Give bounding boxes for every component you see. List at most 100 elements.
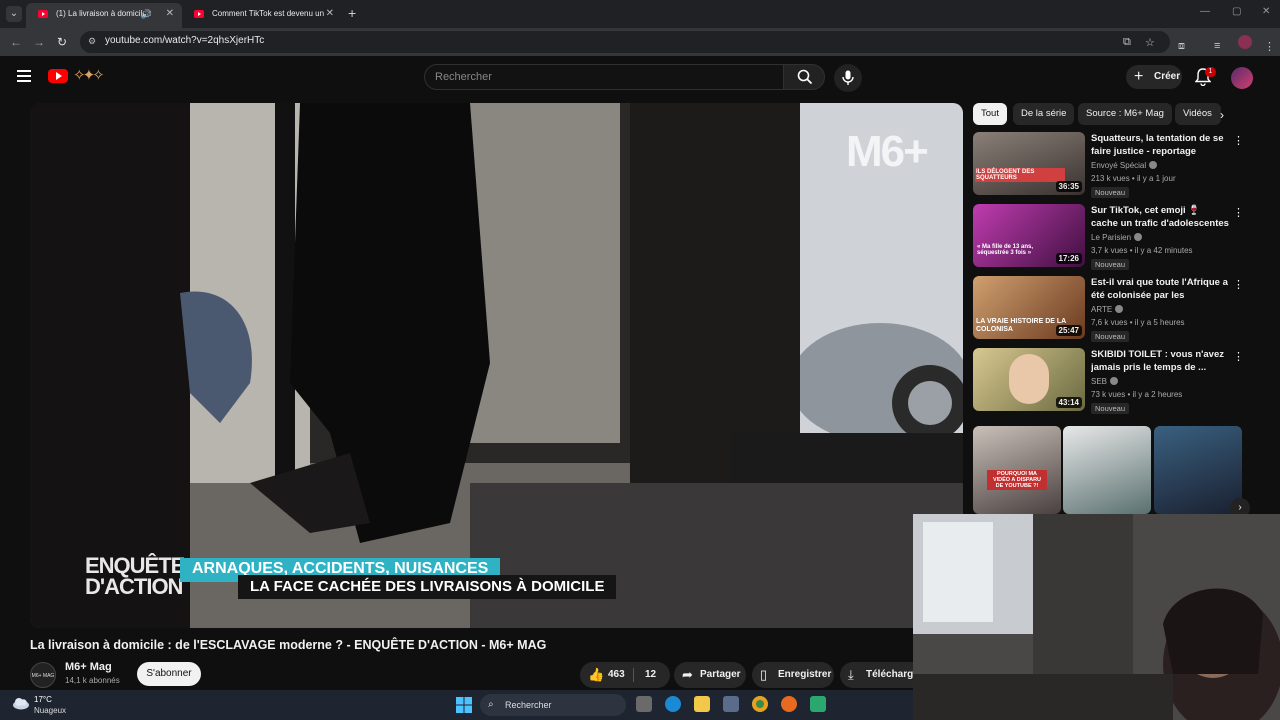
channel-avatar[interactable]: M6+ MAG [30, 662, 56, 688]
recommendation-item[interactable]: LA VRAIE HISTOIRE DE LA COLONISA 25:47 E… [973, 276, 1273, 342]
tab-title: (1) La livraison à domicile : [56, 9, 152, 18]
chrome-browser-icon[interactable] [752, 696, 768, 712]
microsoft-store-icon[interactable] [723, 696, 739, 712]
task-view-icon[interactable] [636, 696, 652, 712]
taskbar-search[interactable]: ⌕ Rechercher [480, 694, 626, 716]
plus-icon: + [1134, 68, 1144, 85]
video-title[interactable]: Sur TikTok, cet emoji 🍷 cache un trafic … [1091, 204, 1229, 230]
search-button[interactable] [783, 64, 825, 90]
short-thumbnail[interactable]: POURQUOI MA VIDÉO A DISPARU DE YOUTUBE ?… [973, 426, 1061, 514]
chip-series[interactable]: De la série [1013, 103, 1075, 125]
download-icon: ⤓ [848, 667, 854, 682]
youtube-favicon-icon [38, 10, 48, 18]
duration-badge: 17:26 [1055, 253, 1082, 264]
browser-menu-icon[interactable]: ⋮ [1264, 40, 1275, 53]
subscribe-button[interactable]: S'abonner [137, 662, 201, 686]
forward-icon[interactable]: → [33, 35, 45, 49]
close-window-icon[interactable]: ✕ [1262, 6, 1270, 17]
channel-name[interactable]: Le Parisien [1091, 233, 1143, 242]
address-bar: ← → ↻ ⚙ youtube.com/watch?v=2qhsXjerHTc … [0, 28, 1280, 56]
channel-name-text: ARTE [1091, 305, 1113, 314]
search-icon: ⌕ [488, 699, 494, 710]
chip-all[interactable]: Tout [973, 103, 1007, 125]
omnibox[interactable]: ⚙ youtube.com/watch?v=2qhsXjerHTc ⧉ ☆ [80, 31, 1170, 53]
dislike-count[interactable]: 12 [645, 662, 656, 688]
browser-tab[interactable]: Comment TikTok est devenu un ✕ [182, 3, 342, 28]
bookmark-star-icon[interactable]: ☆ [1145, 36, 1155, 49]
video-thumbnail[interactable]: ILS DÉLOGENT DES SQUATTEURS 36:35 [973, 132, 1085, 195]
verified-icon [1149, 161, 1158, 169]
menu-icon[interactable] [17, 70, 31, 82]
save-label: Enregistrer [778, 669, 832, 680]
video-meta: 73 k vues • il y a 2 heures [1091, 390, 1183, 399]
chip-source[interactable]: Source : M6+ Mag [1078, 103, 1172, 125]
firefox-browser-icon[interactable] [781, 696, 797, 712]
video-thumbnail[interactable]: « Ma fille de 13 ans, séquestrée 3 fois … [973, 204, 1085, 267]
speaker-icon[interactable]: 🔊 [141, 3, 152, 25]
more-options-icon[interactable]: ⋮ [1233, 278, 1244, 291]
back-icon[interactable]: ← [10, 35, 22, 49]
maximize-icon[interactable]: ▢ [1232, 6, 1241, 17]
save-button[interactable]: ▯ Enregistrer [752, 662, 834, 688]
new-badge: Nouveau [1091, 403, 1130, 414]
video-title[interactable]: SKIBIDI TOILET : vous n'avez jamais pris… [1091, 348, 1229, 374]
search-input[interactable] [435, 69, 765, 85]
channel-name-text: Envoyé Spécial [1091, 161, 1147, 170]
video-title[interactable]: Squatteurs, la tentation de se faire jus… [1091, 132, 1229, 159]
reload-icon[interactable]: ↻ [57, 35, 67, 49]
short-thumbnail[interactable] [1154, 426, 1242, 514]
channel-name[interactable]: ARTE [1091, 305, 1124, 314]
chevron-right-icon[interactable]: › [1220, 108, 1224, 122]
close-tab-icon[interactable]: ✕ [166, 3, 174, 25]
video-title[interactable]: Est-il vrai que toute l'Afrique a été co… [1091, 276, 1229, 303]
weather-description[interactable]: Nuageux [34, 706, 66, 715]
extensions-icon[interactable]: ⧈ [1178, 40, 1185, 53]
close-tab-icon[interactable]: ✕ [326, 3, 334, 25]
account-avatar[interactable] [1231, 67, 1253, 89]
channel-name[interactable]: SEB [1091, 377, 1119, 386]
channel-name[interactable]: M6+ Mag [65, 661, 112, 673]
shorts-shelf: POURQUOI MA VIDÉO A DISPARU DE YOUTUBE ?… [973, 426, 1243, 514]
filter-chips: Tout De la série Source : M6+ Mag Vidéos [973, 103, 1243, 125]
like-count[interactable]: 463 [608, 662, 625, 688]
browser-tab-active[interactable]: (1) La livraison à domicile : 🔊 ✕ [26, 3, 182, 28]
duration-badge: 25:47 [1055, 325, 1082, 336]
media-control-icon[interactable]: ≡ [1214, 40, 1220, 52]
cloud-weather-icon[interactable] [12, 696, 30, 710]
temperature[interactable]: 17°C [34, 695, 52, 704]
windows-start-icon[interactable] [456, 697, 472, 713]
banner-subheadline: LA FACE CACHÉE DES LIVRAISONS À DOMICILE [238, 575, 617, 599]
create-button[interactable]: + Créer [1126, 65, 1182, 89]
more-options-icon[interactable]: ⋮ [1233, 134, 1244, 147]
voice-search-button[interactable] [834, 64, 862, 92]
like-icon[interactable]: 👍 [588, 662, 604, 688]
edge-browser-icon[interactable] [665, 696, 681, 712]
video-thumbnail[interactable]: LA VRAIE HISTOIRE DE LA COLONISA 25:47 [973, 276, 1085, 339]
youtube-doodle-icon[interactable]: ✧✦✧ [73, 66, 105, 84]
youtube-logo-icon[interactable] [48, 69, 68, 83]
minimize-icon[interactable]: — [1200, 6, 1210, 17]
recommendation-item[interactable]: « Ma fille de 13 ans, séquestrée 3 fois … [973, 204, 1273, 270]
install-app-icon[interactable]: ⧉ [1123, 36, 1131, 49]
new-tab-button[interactable]: + [348, 5, 356, 21]
more-options-icon[interactable]: ⋮ [1233, 206, 1244, 219]
browser-tab-strip: ⌄ (1) La livraison à domicile : 🔊 ✕ Comm… [0, 0, 1280, 28]
recommendation-item[interactable]: ILS DÉLOGENT DES SQUATTEURS 36:35 Squatt… [973, 132, 1273, 198]
tab-search-button[interactable]: ⌄ [6, 6, 22, 22]
file-explorer-icon[interactable] [694, 696, 710, 712]
video-meta: 3,7 k vues • il y a 42 minutes [1091, 246, 1193, 255]
video-thumbnail[interactable]: 43:14 [973, 348, 1085, 411]
recommendation-item[interactable]: 43:14 SKIBIDI TOILET : vous n'avez jamai… [973, 348, 1273, 414]
app-icon[interactable] [810, 696, 826, 712]
chip-videos[interactable]: Vidéos [1175, 103, 1221, 125]
profile-avatar[interactable] [1238, 35, 1252, 49]
short-thumbnail[interactable] [1063, 426, 1151, 514]
channel-name[interactable]: Envoyé Spécial [1091, 161, 1158, 170]
site-info-icon[interactable]: ⚙ [88, 36, 99, 47]
url-text[interactable]: youtube.com/watch?v=2qhsXjerHTc [105, 35, 264, 46]
divider [633, 668, 634, 682]
video-player[interactable]: M6+ ENQUÊTE D'ACTION ARNAQUES, ACCIDENTS… [30, 103, 963, 628]
thumbnail-face [1009, 354, 1049, 404]
more-options-icon[interactable]: ⋮ [1233, 350, 1244, 363]
share-button[interactable]: ➦ Partager [674, 662, 746, 688]
